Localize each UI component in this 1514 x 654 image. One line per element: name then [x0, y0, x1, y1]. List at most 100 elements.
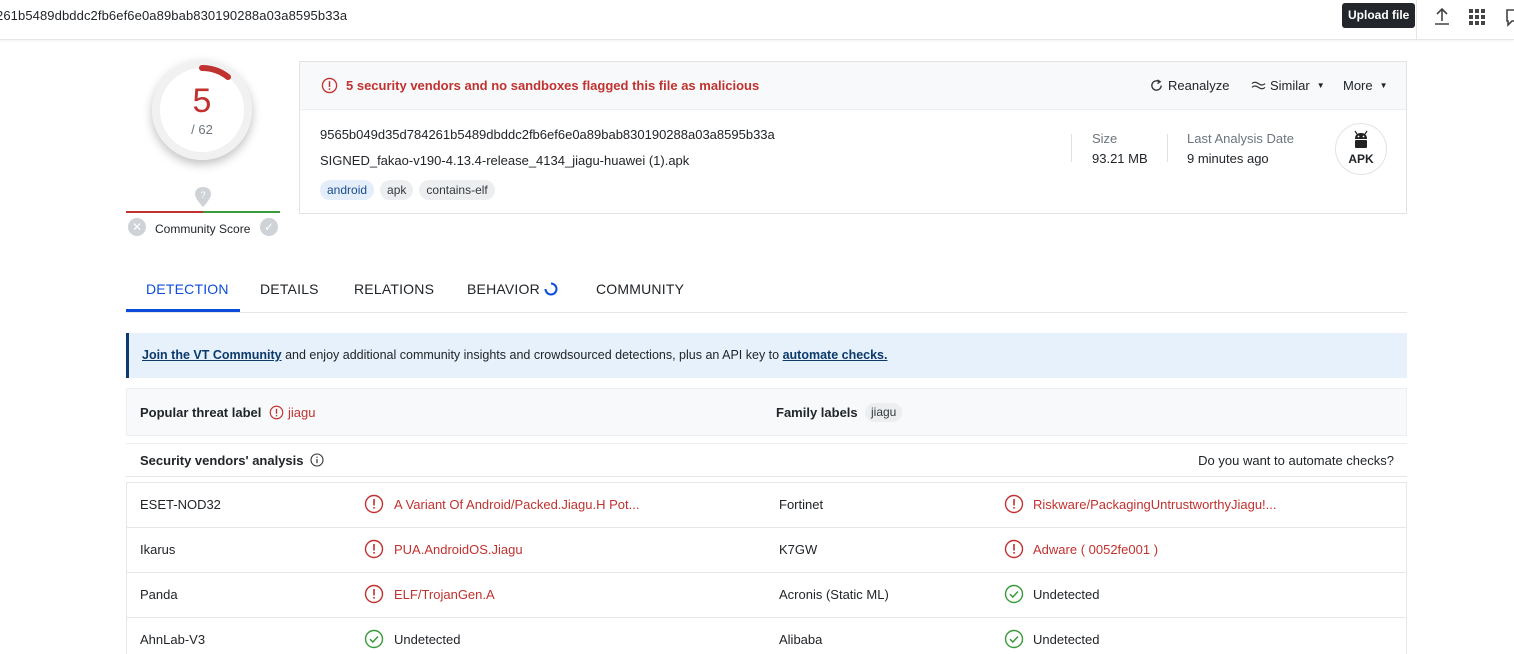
banner-text: Join the VT Community and enjoy addition… — [142, 348, 888, 362]
alert-circle-icon — [364, 494, 384, 514]
vendor-row: Ikarus PUA.AndroidOS.Jiagu K7GW Adware ( 00… — [127, 528, 1406, 573]
tab-relations[interactable]: RELATIONS — [354, 281, 434, 297]
last-analysis: Last Analysis Date 9 minutes ago — [1187, 131, 1294, 166]
loading-spinner-icon — [544, 282, 558, 296]
automate-checks-prompt[interactable]: Do you want to automate checks? — [1198, 453, 1394, 468]
vendor-result[interactable]: A Variant Of Android/Packed.Jiagu.H Pot.… — [394, 497, 639, 512]
vendor-name: ESET-NOD32 — [140, 497, 221, 512]
vendors-analysis-title: Security vendors' analysis — [140, 453, 304, 468]
vote-harmful-icon[interactable]: ✕ — [128, 218, 146, 236]
search-hash-text[interactable]: 261b5489dbddc2fb6ef6e0a89bab830190288a03… — [0, 8, 347, 23]
report-tabs: DETECTION DETAILS RELATIONS BEHAVIOR COM… — [126, 270, 1407, 313]
family-label-tag[interactable]: jiagu — [865, 403, 903, 422]
info-icon[interactable] — [310, 453, 324, 467]
detection-score-ring: 5 / 62 — [152, 60, 252, 160]
file-tags: android apk contains-elf — [320, 180, 495, 200]
check-circle-icon — [1004, 584, 1024, 604]
upload-icon[interactable] — [1431, 6, 1453, 28]
vendor-result[interactable]: Adware ( 0052fe001 ) — [1033, 542, 1158, 557]
vote-harmless-icon[interactable]: ✓ — [260, 218, 278, 236]
community-bar-negative — [126, 211, 203, 213]
tag-apk[interactable]: apk — [380, 180, 414, 200]
size-value: 93.21 MB — [1092, 151, 1148, 166]
similar-icon — [1251, 81, 1266, 90]
vendor-result: Undetected — [394, 632, 461, 647]
vendors-table: ESET-NOD32 A Variant Of Android/Packed.Ji… — [126, 482, 1407, 654]
alert-circle-icon — [364, 539, 384, 559]
vendor-row: Panda ELF/TrojanGen.A Acronis (Static ML) U… — [127, 573, 1406, 618]
family-labels-title: Family labels — [776, 405, 858, 420]
vendor-row: ESET-NOD32 A Variant Of Android/Packed.Ji… — [127, 483, 1406, 528]
file-name: SIGNED_fakao-v190-4.13.4-release_4134_ji… — [320, 153, 690, 168]
vendor-result[interactable]: PUA.AndroidOS.Jiagu — [394, 542, 523, 557]
file-type-badge: APK — [1335, 123, 1387, 175]
last-analysis-label: Last Analysis Date — [1187, 131, 1294, 146]
file-hash[interactable]: 9565b049d35d784261b5489dbddc2fb6ef6e0a89… — [320, 127, 775, 142]
size-label: Size — [1092, 131, 1118, 146]
tab-details[interactable]: DETAILS — [260, 281, 319, 297]
vendors-analysis-header: Security vendors' analysis Do you want t… — [126, 443, 1407, 477]
similar-dropdown[interactable]: Similar ▼ — [1251, 78, 1325, 93]
malicious-alert-text: 5 security vendors and no sandboxes flag… — [346, 78, 760, 93]
svg-text:?: ? — [200, 190, 205, 200]
check-circle-icon — [364, 629, 384, 649]
tag-android[interactable]: android — [320, 180, 375, 200]
vendor-name: Acronis (Static ML) — [779, 587, 889, 602]
alert-circle-icon — [1004, 494, 1024, 514]
community-marker-icon: ? — [195, 187, 211, 207]
chat-icon[interactable] — [1502, 6, 1514, 28]
top-bar: 261b5489dbddc2fb6ef6e0a89bab830190288a03… — [0, 0, 1514, 40]
tab-detection[interactable]: DETECTION — [146, 281, 229, 297]
automate-checks-link[interactable]: automate checks. — [783, 348, 888, 362]
upload-file-tooltip: Upload file — [1342, 3, 1416, 28]
vendor-row: AhnLab-V3 Undetected Alibaba Undetected — [127, 618, 1406, 654]
active-tab-indicator — [126, 309, 240, 312]
vendor-result[interactable]: Riskware/PackagingUntrustworthyJiagu!... — [1033, 497, 1277, 512]
reanalyze-button[interactable]: Reanalyze — [1149, 78, 1229, 93]
popular-threat-label-title: Popular threat label — [140, 405, 262, 420]
chevron-down-icon: ▼ — [1316, 81, 1325, 90]
vendor-result: Undetected — [1033, 632, 1100, 647]
community-score-label: Community Score — [155, 222, 251, 236]
android-icon — [1354, 130, 1368, 148]
community-banner: Join the VT Community and enjoy addition… — [126, 333, 1407, 378]
meta-divider — [1071, 134, 1072, 162]
file-size: Size 93.21 MB — [1092, 131, 1148, 166]
tab-community[interactable]: COMMUNITY — [596, 281, 684, 297]
vendor-name: K7GW — [779, 542, 818, 557]
last-analysis-value: 9 minutes ago — [1187, 151, 1269, 166]
meta-divider — [1167, 134, 1168, 162]
banner-middle-text: and enjoy additional community insights … — [281, 348, 783, 362]
vendor-name: Fortinet — [779, 497, 824, 512]
apps-grid-icon[interactable] — [1466, 6, 1488, 28]
threat-labels-row: Popular threat label jiagu Family labels… — [126, 388, 1407, 436]
vendor-name: AhnLab-V3 — [140, 632, 206, 647]
refresh-icon — [1151, 79, 1162, 91]
detection-count: 5 — [192, 82, 212, 120]
detection-total: / 62 — [191, 122, 213, 137]
chevron-down-icon: ▼ — [1379, 81, 1388, 90]
popular-threat-label-value[interactable]: jiagu — [288, 405, 315, 420]
alert-circle-icon — [269, 405, 284, 420]
vendor-name: Panda — [140, 587, 178, 602]
card-header: 5 security vendors and no sandboxes flag… — [300, 62, 1406, 110]
toolbar-divider — [1416, 0, 1417, 40]
reanalyze-label: Reanalyze — [1168, 78, 1230, 93]
vendor-name: Alibaba — [779, 632, 823, 647]
vendor-name: Ikarus — [140, 542, 176, 557]
vendor-result[interactable]: ELF/TrojanGen.A — [394, 587, 495, 602]
tab-behavior[interactable]: BEHAVIOR — [467, 281, 540, 297]
join-community-link[interactable]: Join the VT Community — [142, 348, 282, 362]
file-summary-card: 5 security vendors and no sandboxes flag… — [299, 61, 1407, 214]
more-label: More — [1343, 78, 1373, 93]
alert-circle-icon — [1004, 539, 1024, 559]
file-type-label: APK — [1348, 152, 1374, 166]
alert-circle-icon — [321, 77, 338, 94]
check-circle-icon — [1004, 629, 1024, 649]
tag-contains-elf[interactable]: contains-elf — [419, 180, 495, 200]
alert-circle-icon — [364, 584, 384, 604]
more-dropdown[interactable]: More ▼ — [1343, 78, 1388, 93]
community-score: ? ✕ Community Score ✓ — [126, 186, 280, 240]
community-bar-positive — [203, 211, 280, 213]
similar-label: Similar — [1270, 78, 1310, 93]
